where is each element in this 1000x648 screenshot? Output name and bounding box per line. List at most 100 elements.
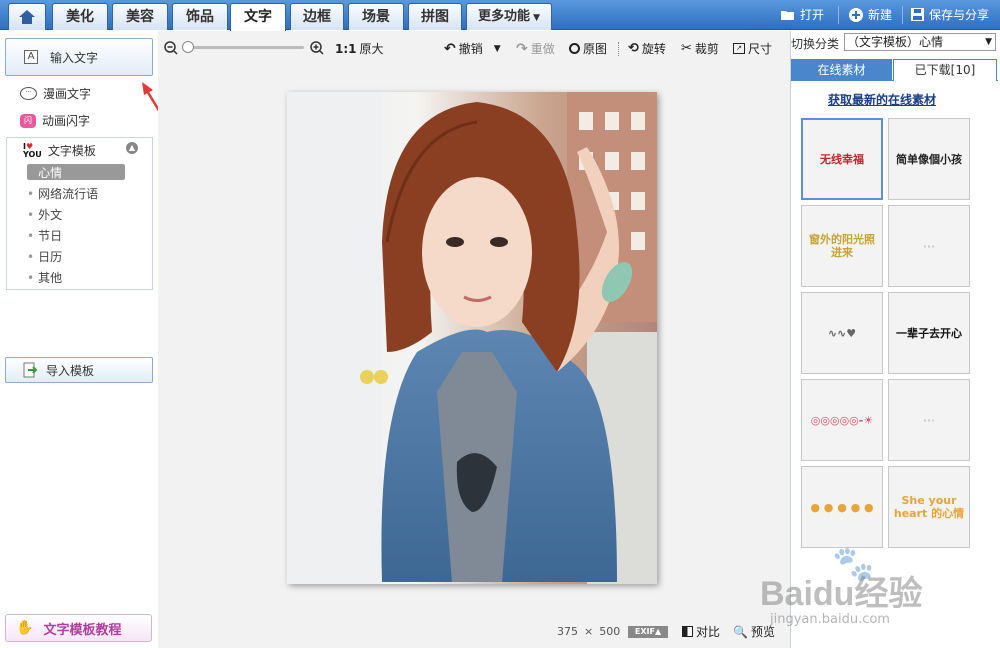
comic-text-item[interactable]: ··· 漫画文字 (20, 85, 91, 102)
animated-text-item[interactable]: 闪 动画闪字 (20, 112, 90, 129)
tab-accessories[interactable]: 饰品 (172, 3, 228, 30)
thumbnail-text: ··· (922, 239, 936, 253)
image-dimensions: 375 × 500 (557, 625, 620, 638)
thumbnail-text: ● ● ● ● ● (810, 500, 874, 514)
redo-icon: ↷ (516, 40, 528, 57)
input-text-label: 输入文字 (50, 50, 99, 65)
speech-bubble-icon: ··· (20, 87, 37, 100)
preview-button[interactable]: 🔍 预览 (733, 623, 775, 640)
resize-label: 尺寸 (748, 42, 773, 56)
undo-button[interactable]: ↶ 撤销 ▼ (444, 40, 501, 57)
new-label: 新建 (868, 8, 893, 22)
folder-icon (781, 10, 794, 20)
template-item-holiday[interactable]: 节日 (27, 227, 62, 244)
material-thumbnail[interactable]: ∿∿♥ (801, 292, 883, 374)
compare-icon (682, 626, 693, 637)
resize-icon: ↗ (733, 43, 745, 54)
divider (838, 6, 839, 24)
divider (902, 6, 903, 24)
zoom-slider-handle[interactable] (182, 41, 194, 53)
zoom-slider-track[interactable] (184, 46, 304, 49)
dropdown-arrow-icon: ▼ (529, 13, 541, 23)
undo-icon: ↶ (444, 40, 456, 57)
redo-button[interactable]: ↷ 重做 (516, 40, 555, 57)
new-button[interactable]: 新建 (848, 6, 892, 23)
material-tabs: 在线素材 已下载[10] (791, 59, 998, 81)
resize-button[interactable]: ↗ 尺寸 (733, 40, 772, 57)
more-features-label: 更多功能 (477, 9, 530, 24)
redo-label: 重做 (530, 42, 555, 56)
import-template-button[interactable]: 导入模板 (5, 357, 153, 383)
switch-category-label: 切换分类 (791, 37, 840, 51)
tab-online-materials[interactable]: 在线素材 (791, 59, 892, 81)
thumbnail-text: She your heart 的心情 (893, 494, 965, 520)
material-thumbnail[interactable]: 简单像個小孩 (888, 118, 970, 200)
zoom-in-icon[interactable] (310, 41, 324, 55)
undo-label: 撤销 (458, 42, 483, 56)
ratio-icon: 1:1 (335, 41, 357, 56)
tutorial-label: 文字模板教程 (43, 622, 122, 638)
compare-label: 对比 (696, 625, 721, 639)
tab-downloaded[interactable]: 已下载[10] (893, 59, 997, 81)
thumbnail-text: ··· (922, 413, 936, 427)
tab-beautify[interactable]: 美化 (52, 3, 108, 30)
save-icon (911, 8, 924, 21)
photo-canvas[interactable] (287, 92, 657, 584)
open-button[interactable]: 打开 (780, 6, 824, 23)
tab-beauty[interactable]: 美容 (112, 3, 168, 30)
rotate-icon: ⟲ (628, 41, 639, 56)
image-height: 500 (599, 625, 621, 638)
circle-icon (569, 43, 580, 54)
material-thumbnail[interactable]: 无线幸福 (801, 118, 883, 200)
thumbnail-text: 一辈子去开心 (896, 326, 962, 340)
zoom-out-icon[interactable] (164, 41, 178, 55)
input-text-button[interactable]: A 输入文字 (5, 38, 153, 76)
material-panel: 切换分类 （文字模板）心情 ▼ 在线素材 已下载[10] 获取最新的在线素材 无… (790, 31, 1000, 648)
hand-icon: ✋ (16, 620, 34, 636)
material-thumbnail[interactable]: ··· (888, 379, 970, 461)
scissors-icon: ✂ (681, 41, 692, 56)
plus-circle-icon (849, 7, 863, 22)
tab-border[interactable]: 边框 (290, 3, 344, 30)
original-size-button[interactable]: 1:1 原大 (335, 40, 384, 57)
tab-more-features[interactable]: 更多功能 ▼ (466, 3, 552, 30)
template-item-other[interactable]: 其他 (27, 269, 62, 286)
canvas-area: 1:1 原大 ↶ 撤销 ▼ ↷ 重做 原图 ⟲ 旋转 ✂ 裁剪 ↗ 尺寸 375… (158, 31, 790, 648)
rotate-button[interactable]: ⟲ 旋转 (628, 40, 666, 57)
home-tab[interactable] (8, 3, 46, 30)
portrait-photo-image (287, 92, 657, 584)
chevron-down-icon: ▼ (985, 37, 992, 47)
tab-scene[interactable]: 场景 (348, 3, 404, 30)
save-share-label: 保存与分享 (929, 8, 990, 22)
material-thumbnail[interactable]: ◎◎◎◎◎-☀ (801, 379, 883, 461)
thumbnail-text: ◎◎◎◎◎-☀ (810, 413, 874, 427)
compare-button[interactable]: 对比 (682, 623, 720, 640)
text-template-panel: I♥YOU 文字模板 ▲ 心情 网络流行语 外文 节日 日历 其他 (6, 137, 153, 290)
material-thumbnail[interactable]: ··· (888, 205, 970, 287)
collapse-icon[interactable]: ▲ (126, 142, 138, 154)
thumbnail-text: 简单像個小孩 (896, 152, 962, 166)
template-item-internet-slang[interactable]: 网络流行语 (27, 185, 98, 202)
get-latest-link[interactable]: 获取最新的在线素材 (828, 91, 936, 108)
text-template-header[interactable]: I♥ YOU 文字模板 (23, 142, 96, 159)
original-image-button[interactable]: 原图 (569, 40, 607, 57)
template-item-mood[interactable]: 心情 (27, 164, 62, 181)
material-thumbnail[interactable]: 窗外的阳光照进来 (801, 205, 883, 287)
material-thumbnail[interactable]: She your heart 的心情 (888, 466, 970, 548)
crop-button[interactable]: ✂ 裁剪 (681, 40, 719, 57)
i-love-you-icon: I♥ YOU (23, 141, 42, 159)
material-thumbnail[interactable]: 一辈子去开心 (888, 292, 970, 374)
template-item-calendar[interactable]: 日历 (27, 248, 62, 265)
template-item-foreign[interactable]: 外文 (27, 206, 62, 223)
tutorial-button[interactable]: ✋ 文字模板教程 (5, 614, 152, 642)
material-thumbnail[interactable]: ● ● ● ● ● (801, 466, 883, 548)
times-sign: × (584, 625, 594, 638)
exif-button[interactable]: EXIF▲ (628, 626, 668, 638)
tab-text[interactable]: 文字 (230, 3, 286, 31)
tab-collage[interactable]: 拼图 (408, 3, 462, 30)
import-icon (23, 362, 38, 378)
undo-dropdown-icon[interactable]: ▼ (494, 44, 501, 54)
save-share-button[interactable]: 保存与分享 (910, 6, 989, 23)
import-template-label: 导入模板 (46, 363, 95, 378)
category-select[interactable]: （文字模板）心情 ▼ (844, 33, 996, 51)
